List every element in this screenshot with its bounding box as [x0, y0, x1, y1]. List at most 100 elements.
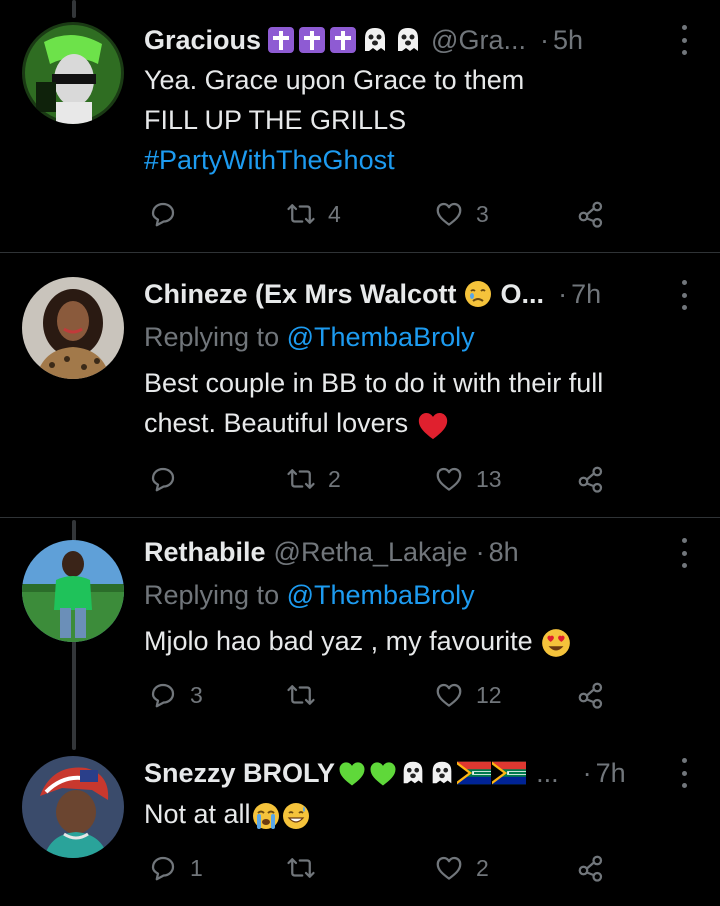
- retweet-icon: [287, 685, 315, 705]
- hashtag-link[interactable]: #PartyWithTheGhost: [144, 140, 680, 180]
- author-name[interactable]: Chineze (Ex Mrs Walcott: [144, 274, 457, 314]
- retweet-button[interactable]: 2: [286, 459, 341, 499]
- retweet-button[interactable]: [286, 848, 328, 888]
- avatar[interactable]: [22, 277, 124, 379]
- tweet-text-line: Best couple in BB to do it with their fu…: [144, 368, 604, 398]
- tweet-text-line: Yea. Grace upon Grace to them: [144, 65, 525, 95]
- tweet-text-line-wrap: Mjolo hao bad yaz , my favourite: [144, 621, 680, 661]
- more-options-icon[interactable]: [678, 280, 690, 310]
- latin-cross-emoji: [268, 27, 295, 53]
- more-options-icon[interactable]: [678, 538, 690, 568]
- reply-icon: [151, 467, 175, 492]
- name-ellipsis: ...: [536, 758, 559, 788]
- ghost-emoji: [432, 761, 452, 784]
- heart-eyes-emoji: [542, 629, 571, 657]
- avatar[interactable]: [22, 540, 124, 642]
- tweet-gracious[interactable]: Gracious @Gra... · 5h Yea. Grace upon Gr…: [0, 0, 720, 252]
- heart-icon: [436, 202, 462, 226]
- more-options-icon[interactable]: [678, 25, 690, 55]
- reply-icon: [151, 856, 175, 881]
- more-options-icon[interactable]: [678, 758, 690, 788]
- grinning-sweat-emoji: [282, 802, 309, 829]
- tweet-text-line: Not at all: [144, 799, 251, 829]
- tweet-text-line: chest. Beautiful lovers: [144, 408, 409, 438]
- author-handle[interactable]: @Retha_Lakaje: [274, 532, 468, 572]
- retweet-button[interactable]: [286, 675, 328, 715]
- green-heart-emoji: [370, 762, 396, 786]
- timestamp[interactable]: 7h: [571, 274, 601, 314]
- retweet-icon: [287, 469, 315, 489]
- tweet-chineze[interactable]: Chineze (Ex Mrs Walcott O... · 7h Replyi…: [0, 253, 720, 517]
- reply-count: 3: [190, 681, 203, 708]
- reply-button[interactable]: 1: [148, 848, 203, 888]
- tweet-text-line-wrap: chest. Beautiful lovers: [144, 403, 680, 443]
- retweet-icon: [287, 858, 315, 878]
- share-button[interactable]: [576, 459, 606, 499]
- author-name[interactable]: Gracious: [144, 20, 261, 60]
- tweet-text-line-wrap: Not at all: [144, 794, 680, 834]
- tweet-snezzy[interactable]: Snezzy BROLY ... · 7h Not at all 1 2: [0, 746, 720, 906]
- replying-to-handle[interactable]: @ThembaBroly: [287, 580, 475, 610]
- replying-prefix: Replying to: [144, 322, 280, 352]
- reply-button[interactable]: 3: [148, 675, 203, 715]
- reply-button[interactable]: [148, 194, 190, 234]
- share-icon: [578, 855, 603, 882]
- avatar[interactable]: [22, 756, 124, 858]
- tweet-text-line: FILL UP THE GRILLS: [144, 105, 407, 135]
- timestamp[interactable]: 8h: [489, 532, 519, 572]
- like-count: 3: [476, 200, 489, 227]
- red-heart-emoji: [418, 412, 447, 440]
- share-button[interactable]: [576, 848, 606, 888]
- ghost-emoji: [398, 28, 419, 51]
- heart-icon: [436, 683, 462, 707]
- like-count: 13: [476, 465, 502, 492]
- tweet-rethabile[interactable]: Rethabile @Retha_Lakaje · 8h Replying to…: [0, 518, 720, 746]
- timestamp[interactable]: 7h: [596, 753, 626, 793]
- separator-dot: ·: [582, 758, 592, 788]
- author-name[interactable]: Snezzy BROLY: [144, 753, 335, 793]
- reply-icon: [151, 683, 175, 708]
- ghost-emoji: [403, 761, 423, 784]
- avatar[interactable]: [22, 22, 124, 124]
- tweet-actions: 1 2: [0, 848, 720, 888]
- retweet-count: 4: [328, 200, 341, 227]
- like-count: 12: [476, 681, 502, 708]
- like-button[interactable]: 12: [434, 675, 502, 715]
- latin-cross-emoji: [330, 27, 357, 53]
- tweet-text-line: Mjolo hao bad yaz , my favourite: [144, 626, 533, 656]
- share-button[interactable]: [576, 194, 606, 234]
- share-icon: [578, 466, 603, 493]
- south-africa-flag-emoji: [457, 761, 492, 785]
- separator-dot: ·: [539, 25, 549, 55]
- author-handle[interactable]: @Gra...: [431, 20, 526, 60]
- south-africa-flag-emoji: [492, 761, 527, 785]
- like-button[interactable]: 2: [434, 848, 489, 888]
- author-name-suffix[interactable]: O...: [501, 274, 545, 314]
- retweet-button[interactable]: 4: [286, 194, 341, 234]
- reply-button[interactable]: [148, 459, 190, 499]
- author-name[interactable]: Rethabile: [144, 532, 266, 572]
- heart-icon: [436, 856, 462, 880]
- retweet-icon: [287, 204, 315, 224]
- replying-to: Replying to @ThembaBroly: [144, 317, 680, 357]
- share-icon: [578, 682, 603, 709]
- ghost-emoji: [365, 28, 386, 51]
- latin-cross-emoji: [299, 27, 326, 53]
- like-button[interactable]: 13: [434, 459, 502, 499]
- reply-count: 1: [190, 854, 203, 881]
- green-heart-emoji: [339, 762, 365, 786]
- retweet-count: 2: [328, 465, 341, 492]
- reply-icon: [151, 202, 175, 227]
- like-button[interactable]: 3: [434, 194, 489, 234]
- share-button[interactable]: [576, 675, 606, 715]
- separator-dot: ·: [558, 279, 568, 309]
- separator-dot: ·: [475, 537, 485, 567]
- tweet-actions: 4 3: [0, 194, 720, 234]
- loudly-crying-emoji: [252, 802, 279, 829]
- replying-to-handle[interactable]: @ThembaBroly: [287, 322, 475, 352]
- timestamp[interactable]: 5h: [553, 20, 583, 60]
- replying-to: Replying to @ThembaBroly: [144, 575, 680, 615]
- tweet-actions: 3 12: [0, 675, 720, 715]
- replying-prefix: Replying to: [144, 580, 280, 610]
- crying-face-emoji: [464, 281, 491, 307]
